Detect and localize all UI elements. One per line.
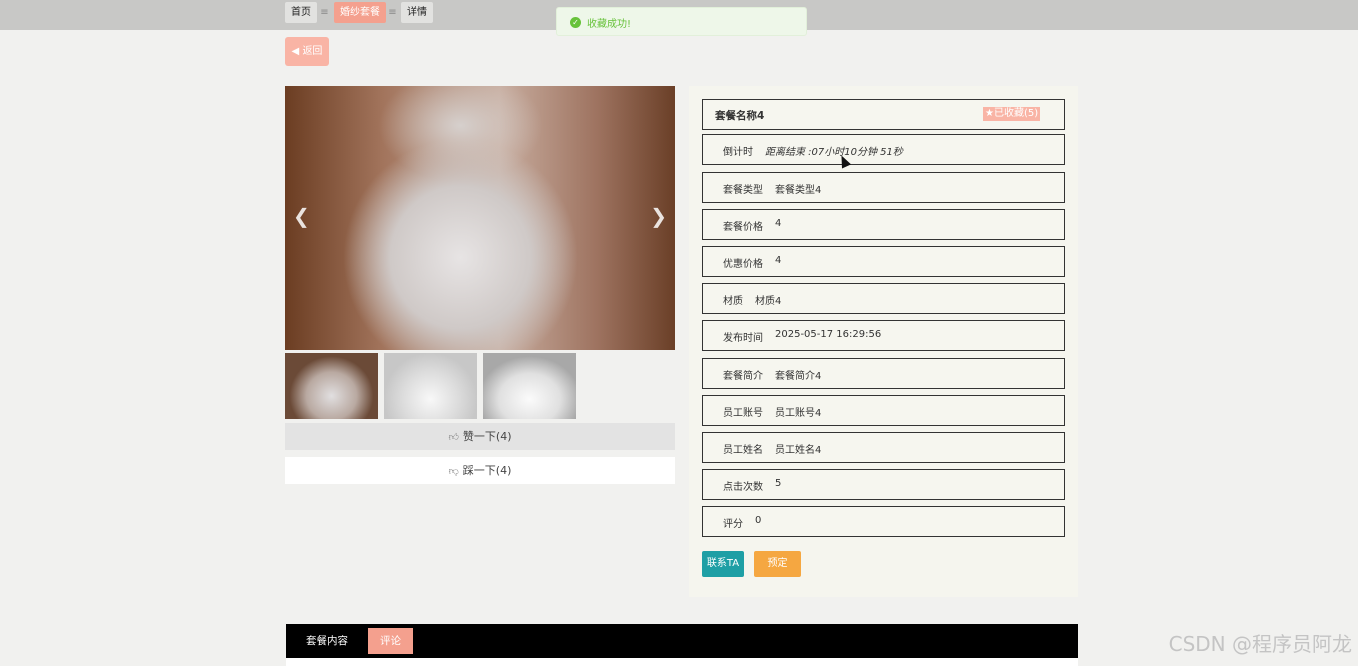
detail-tabs: 套餐内容 评论 [286,624,1078,658]
field-label: 员工账号 [723,408,763,419]
tab-package-content[interactable]: 套餐内容 [294,628,360,654]
breadcrumb-separator: ≡ [388,7,397,18]
field-label: 优惠价格 [723,259,763,270]
field-value: 5 [775,478,782,489]
field-value: 0 [755,515,762,526]
field-value: 材质4 [755,296,782,307]
field-label: 套餐类型 [723,185,763,196]
field-label: 倒计时 [723,147,753,158]
breadcrumb-category[interactable]: 婚纱套餐 [334,2,386,23]
field-value: 2025-05-17 16:29:56 [775,329,882,340]
field-label: 套餐价格 [723,222,763,233]
field-value: 员工账号4 [775,408,822,419]
toast-message: 收藏成功! [587,19,632,30]
field-label: 发布时间 [723,333,763,344]
info-row-staff-name: 员工姓名 员工姓名4 [702,432,1065,463]
breadcrumb-home[interactable]: 首页 [285,2,317,23]
like-label: 赞一下(4) [462,430,512,443]
field-label: 点击次数 [723,482,763,493]
tab-comments[interactable]: 评论 [368,628,413,654]
field-value: 距离结束 :07小时10分钟 51秒 [765,147,903,158]
contact-button[interactable]: 联系TA [702,551,744,577]
breadcrumb-detail: 详情 [401,2,433,23]
info-row-staff-account: 员工账号 员工账号4 [702,395,1065,426]
thumbs-up-icon: 👍︎ [448,432,459,443]
watermark: CSDN @程序员阿龙 [1168,632,1352,656]
field-label: 材质 [723,296,743,307]
info-row-material: 材质 材质4 [702,283,1065,314]
dislike-label: 踩一下(4) [462,464,512,477]
favorite-button[interactable]: ★已收藏(5) [983,107,1041,121]
field-value: 套餐简介4 [775,371,822,382]
back-button[interactable]: ◀ 返回 [285,37,329,66]
like-button[interactable]: 👍︎ 赞一下(4) [285,423,675,450]
info-row-type: 套餐类型 套餐类型4 [702,172,1065,203]
thumbnail-1[interactable] [285,353,378,419]
dislike-button[interactable]: 👎︎ 踩一下(4) [285,457,675,484]
field-value: 套餐类型4 [775,185,822,196]
info-row-intro: 套餐简介 套餐简介4 [702,358,1065,389]
caret-left-icon: ◀ [291,46,300,57]
field-value: 4 [775,218,782,229]
info-row-clicks: 点击次数 5 [702,469,1065,500]
info-row-discount-price: 优惠价格 4 [702,246,1065,277]
chevron-left-icon[interactable]: ❮ [293,204,310,228]
info-row-publish-time: 发布时间 2025-05-17 16:29:56 [702,320,1065,351]
main-product-image: ❮ ❯ [285,86,675,350]
success-toast: ✓ 收藏成功! [556,7,807,36]
field-label: 套餐简介 [723,371,763,382]
thumbnail-3[interactable] [483,353,576,419]
field-label: 员工姓名 [723,445,763,456]
package-name-row: 套餐名称4 ★已收藏(5) [702,99,1065,130]
chevron-right-icon[interactable]: ❯ [650,204,667,228]
thumbnail-2[interactable] [384,353,477,419]
field-value: 4 [775,255,782,266]
back-label: 返回 [302,46,323,57]
info-row-countdown: 倒计时 距离结束 :07小时10分钟 51秒 [702,134,1065,165]
package-name: 套餐名称4 [715,110,765,122]
favorite-label: 已收藏(5) [993,108,1039,119]
book-button[interactable]: 预定 [754,551,801,577]
thumbs-down-icon: 👎︎ [448,466,459,477]
info-row-rating: 评分 0 [702,506,1065,537]
breadcrumb-separator: ≡ [320,7,329,18]
field-label: 评分 [723,519,743,530]
check-circle-icon: ✓ [570,17,581,28]
info-row-price: 套餐价格 4 [702,209,1065,240]
tab-content-area [286,658,1078,666]
field-value: 员工姓名4 [775,445,822,456]
